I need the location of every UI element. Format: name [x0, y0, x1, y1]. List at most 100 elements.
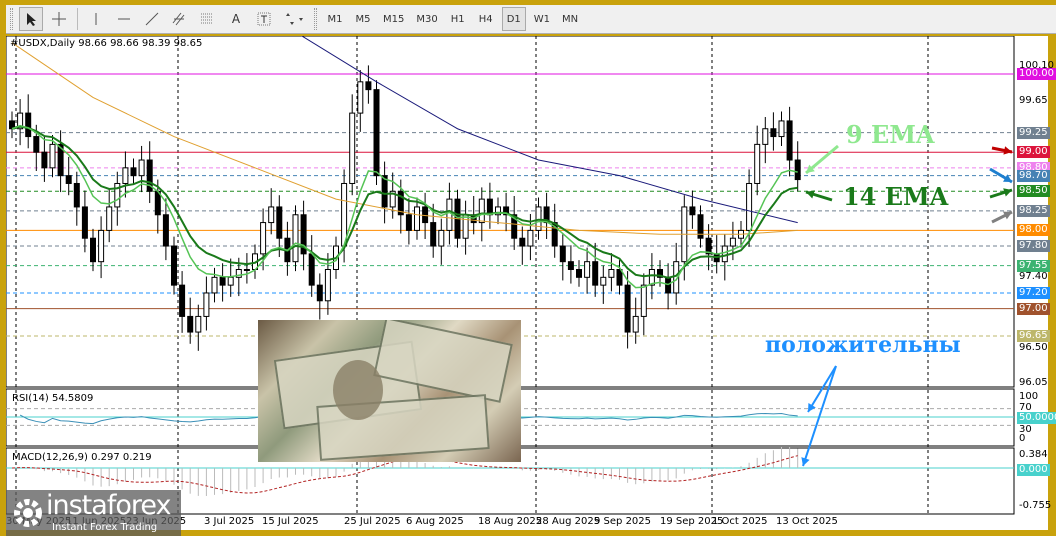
- positive-annotation: положительны: [765, 332, 961, 358]
- level-label: 98.25: [1017, 204, 1050, 217]
- text-icon: A: [231, 12, 241, 26]
- crosshair-button[interactable]: [47, 7, 71, 31]
- candle-body: [138, 159, 145, 177]
- candle: [567, 245, 574, 284]
- candle: [57, 130, 64, 193]
- date-label: 18 Aug 2025: [478, 516, 543, 527]
- date-label: 15 Jul 2025: [262, 516, 319, 527]
- candle: [697, 205, 704, 248]
- logo-tagline: Instant Forex Trading: [52, 522, 158, 533]
- macd-label: MACD(12,26,9) 0.297 0.219: [12, 452, 152, 463]
- candle: [219, 263, 226, 302]
- level-label: 99.00: [1017, 146, 1050, 159]
- timeframe-d1[interactable]: D1: [501, 7, 526, 31]
- chart-window[interactable]: #USDX,Daily 98.66 98.66 98.39 98.65 RSI(…: [6, 36, 1056, 536]
- candle: [146, 141, 153, 204]
- cursor-button[interactable]: [19, 7, 43, 31]
- timeframe-h1[interactable]: H1: [446, 7, 470, 31]
- candle: [65, 156, 72, 196]
- candle: [268, 188, 275, 235]
- candle-body: [106, 206, 113, 231]
- candle-body: [770, 128, 777, 138]
- candle: [794, 141, 801, 192]
- candle-body: [381, 175, 388, 208]
- ema14-annotation: 14 EMA: [843, 182, 949, 211]
- candle: [519, 226, 526, 265]
- candle-body: [243, 269, 250, 271]
- arrows-button[interactable]: [280, 7, 308, 31]
- date-label: 6 Aug 2025: [406, 516, 464, 527]
- candle-body: [592, 261, 599, 286]
- candle-body: [187, 315, 194, 333]
- candle: [179, 271, 186, 333]
- toolbar-grip[interactable]: [10, 8, 13, 30]
- candle-body: [122, 167, 129, 184]
- candle-body: [778, 120, 785, 138]
- price-tick: 99.65: [1019, 95, 1048, 107]
- toolbar: A M1 M5 M15 M30 H1 H4 D1 W1 MN: [6, 5, 1056, 34]
- candle: [551, 203, 558, 258]
- candle-body: [195, 315, 202, 333]
- candle: [438, 218, 445, 265]
- trendline-button[interactable]: [140, 7, 164, 31]
- timeframe-w1[interactable]: W1: [530, 7, 554, 31]
- candle-body: [211, 276, 218, 294]
- candle-body: [316, 284, 323, 302]
- candle-body: [430, 222, 437, 247]
- arrows-icon: [286, 13, 303, 25]
- candle-body: [227, 276, 234, 286]
- level-label: 97.00: [1017, 302, 1050, 315]
- timeframe-m1[interactable]: M1: [323, 7, 347, 31]
- candle-body: [721, 245, 728, 263]
- toolbar-grip[interactable]: [314, 8, 317, 30]
- timeframe-m15[interactable]: M15: [379, 7, 408, 31]
- candle: [559, 234, 566, 281]
- horizontal-line-icon: [118, 18, 130, 20]
- candle-body: [41, 151, 48, 169]
- text-label-button[interactable]: [252, 7, 276, 31]
- candle-body: [357, 81, 364, 114]
- candle-body: [584, 261, 591, 278]
- equidistant-channel-button[interactable]: [168, 7, 192, 31]
- candle: [73, 171, 80, 226]
- macd-tick-max: 0.384: [1019, 449, 1048, 460]
- fibonacci-button[interactable]: [196, 7, 220, 31]
- candle: [592, 242, 599, 297]
- toolbar-separator: [77, 8, 78, 30]
- candle: [414, 197, 420, 240]
- timeframe-h4[interactable]: H4: [474, 7, 498, 31]
- timeframe-m5[interactable]: M5: [351, 7, 375, 31]
- price-chart[interactable]: [6, 36, 1048, 530]
- candle: [665, 263, 672, 310]
- candle-body: [438, 229, 445, 247]
- ma-mid-line: [11, 42, 798, 235]
- candle: [584, 247, 591, 294]
- vertical-line-button[interactable]: [84, 7, 108, 31]
- candle-body: [203, 292, 210, 317]
- candle-body: [373, 89, 380, 177]
- candle-body: [632, 315, 639, 333]
- candle: [576, 260, 582, 287]
- candle: [171, 236, 177, 295]
- level-label: 97.80: [1017, 240, 1050, 253]
- timeframe-m30[interactable]: M30: [412, 7, 441, 31]
- candle: [227, 258, 234, 297]
- instaforex-logo: instaforex Instant Forex Trading: [6, 490, 181, 536]
- candle-body: [90, 237, 96, 263]
- candle-body: [527, 229, 534, 247]
- dollar-bills-image: [258, 320, 521, 462]
- horizontal-line-button[interactable]: [112, 7, 136, 31]
- candle: [600, 265, 607, 304]
- trendline-icon: [145, 12, 159, 26]
- level-label: 96.65: [1017, 329, 1050, 342]
- candle-body: [729, 237, 736, 247]
- candle-body: [786, 120, 793, 161]
- candle-body: [268, 206, 275, 224]
- candle-body: [276, 206, 283, 239]
- timeframe-mn[interactable]: MN: [558, 7, 582, 31]
- text-button[interactable]: A: [224, 7, 248, 31]
- candle: [81, 190, 88, 253]
- rsi-label: RSI(14) 54.5809: [12, 393, 94, 404]
- price-tick: 96.50: [1019, 341, 1048, 353]
- candle-body: [292, 214, 299, 263]
